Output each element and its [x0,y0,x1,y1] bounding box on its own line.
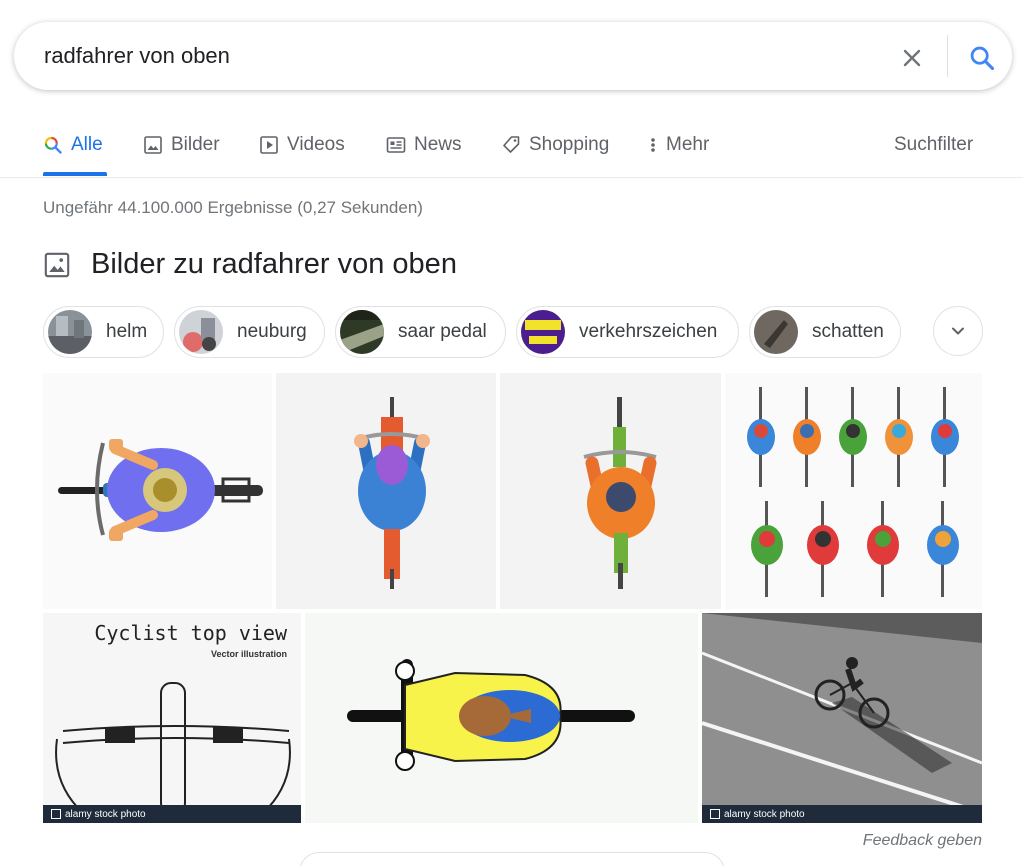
chip-label: schatten [812,321,884,342]
image-result[interactable] [500,373,721,609]
chip-thumbnail [521,310,565,354]
image-result[interactable] [305,613,698,823]
watermark-bar: alamy stock photo [43,805,301,823]
tab-mehr[interactable]: Mehr [650,130,709,160]
chip-label: saar pedal [398,321,487,342]
watermark-text: alamy stock photo [724,808,805,820]
tab-label: Bilder [171,134,220,155]
play-icon [259,135,279,155]
expand-chips-button[interactable] [933,306,983,356]
tools-label: Suchfilter [894,134,974,155]
chip-label: helm [106,321,148,342]
feedback-link[interactable]: Feedback geben [863,832,982,850]
image-result[interactable]: alamy stock photo [702,613,982,823]
chip-thumbnail [48,310,92,354]
searchbox-divider [947,35,948,77]
watermark-bar: alamy stock photo [702,805,982,823]
chip-neuburg[interactable]: neuburg [174,306,325,358]
image-subcaption: Vector illustration [210,649,287,659]
active-tab-indicator [43,172,107,176]
search-input[interactable] [44,42,864,70]
tab-news[interactable]: News [386,130,462,160]
clear-search-button[interactable] [894,40,930,76]
more-vert-icon [650,135,656,155]
chip-saar-pedal[interactable]: saar pedal [335,306,506,358]
chip-verkehrszeichen[interactable]: verkehrszeichen [516,306,739,358]
image-icon [143,135,163,155]
image-caption: Cyclist top view [94,621,287,645]
chip-helm[interactable]: helm [43,306,164,358]
images-section-heading: Bilder zu radfahrer von oben [43,248,457,281]
images-section-title: Bilder zu radfahrer von oben [91,248,457,280]
tab-label: Alle [71,134,103,155]
image-icon [44,252,70,277]
watermark-text: alamy stock photo [65,808,146,820]
tab-label: Mehr [666,134,710,155]
chip-schatten[interactable]: schatten [749,306,901,358]
chip-label: neuburg [237,321,307,342]
tab-label: News [414,134,462,155]
tab-videos[interactable]: Videos [259,130,345,160]
image-result[interactable] [276,373,496,609]
tab-shopping[interactable]: Shopping [501,130,609,160]
search-box [14,22,1012,90]
image-result[interactable]: Cyclist top view Vector illustration ala… [43,613,301,823]
chip-thumbnail [754,310,798,354]
search-tabs: Alle Bilder Videos News Shopping Mehr Su… [0,118,1023,178]
search-icon [970,46,995,71]
tag-icon [501,135,521,155]
search-multicolor-icon [43,135,63,155]
chip-thumbnail [179,310,223,354]
tab-alle[interactable]: Alle [43,130,103,160]
tab-label: Shopping [529,134,610,155]
image-result[interactable] [43,373,272,609]
tools-button[interactable]: Suchfilter [894,130,973,160]
result-stats: Ungefähr 44.100.000 Ergebnisse (0,27 Sek… [43,198,423,217]
chip-label: verkehrszeichen [579,321,718,342]
newspaper-icon [386,135,406,155]
chip-thumbnail [340,310,384,354]
image-result[interactable] [725,373,982,609]
chevron-down-icon [952,327,964,335]
more-images-button[interactable] [299,852,725,866]
tab-bilder[interactable]: Bilder [143,130,220,160]
close-icon [903,49,921,67]
alamy-logo-icon [710,809,720,819]
search-button[interactable] [962,38,1002,78]
tab-label: Videos [287,134,345,155]
alamy-logo-icon [51,809,61,819]
